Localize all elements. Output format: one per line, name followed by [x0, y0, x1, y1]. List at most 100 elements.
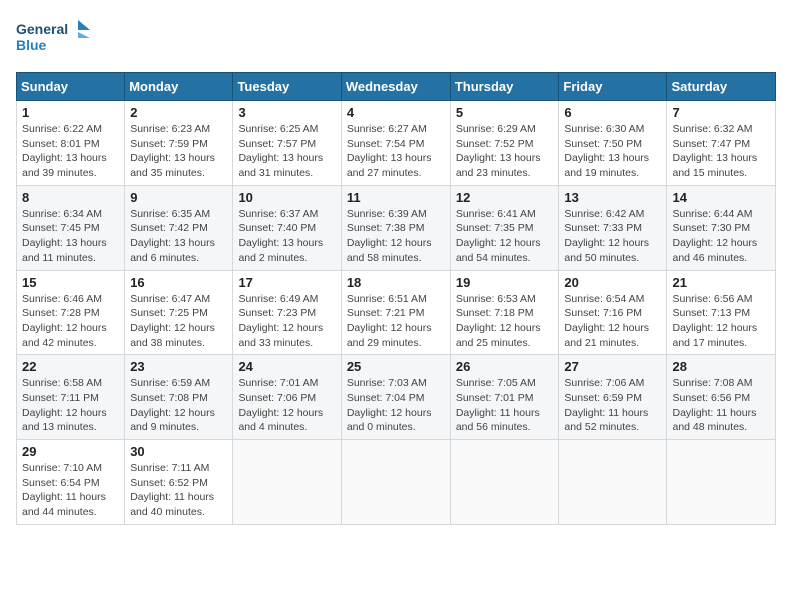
- day-detail: Sunrise: 7:05 AMSunset: 7:01 PMDaylight:…: [456, 376, 554, 435]
- calendar-cell: 28 Sunrise: 7:08 AMSunset: 6:56 PMDayligh…: [667, 355, 776, 440]
- calendar-cell: 2 Sunrise: 6:23 AMSunset: 7:59 PMDaylight…: [125, 101, 233, 186]
- day-number: 25: [347, 359, 445, 374]
- calendar-cell: 16 Sunrise: 6:47 AMSunset: 7:25 PMDayligh…: [125, 270, 233, 355]
- day-number: 26: [456, 359, 554, 374]
- day-number: 7: [672, 105, 770, 120]
- calendar-cell: [233, 440, 341, 525]
- calendar-cell: 17 Sunrise: 6:49 AMSunset: 7:23 PMDayligh…: [233, 270, 341, 355]
- calendar-cell: 1Sunrise: 6:22 AMSunset: 8:01 PMDaylight…: [17, 101, 125, 186]
- calendar-cell: [559, 440, 667, 525]
- calendar-cell: 4Sunrise: 6:27 AMSunset: 7:54 PMDaylight…: [341, 101, 450, 186]
- calendar-cell: 30 Sunrise: 7:11 AMSunset: 6:52 PMDayligh…: [125, 440, 233, 525]
- day-number: 29: [22, 444, 119, 459]
- calendar-cell: 29 Sunrise: 7:10 AMSunset: 6:54 PMDayligh…: [17, 440, 125, 525]
- day-detail: Sunrise: 6:39 AMSunset: 7:38 PMDaylight:…: [347, 207, 445, 266]
- calendar-cell: [450, 440, 559, 525]
- day-detail: Sunrise: 6:35 AMSunset: 7:42 PMDaylight:…: [130, 207, 227, 266]
- logo-svg: General Blue: [16, 16, 96, 60]
- calendar-cell: 6 Sunrise: 6:30 AMSunset: 7:50 PMDaylight…: [559, 101, 667, 186]
- day-detail: Sunrise: 6:23 AMSunset: 7:59 PMDaylight:…: [130, 122, 227, 181]
- day-number: 3: [238, 105, 335, 120]
- day-detail: Sunrise: 6:41 AMSunset: 7:35 PMDaylight:…: [456, 207, 554, 266]
- calendar-header: SundayMondayTuesdayWednesdayThursdayFrid…: [17, 73, 776, 101]
- day-detail: Sunrise: 6:56 AMSunset: 7:13 PMDaylight:…: [672, 292, 770, 351]
- calendar-week-4: 22 Sunrise: 6:58 AMSunset: 7:11 PMDayligh…: [17, 355, 776, 440]
- day-number: 13: [564, 190, 661, 205]
- day-detail: Sunrise: 6:44 AMSunset: 7:30 PMDaylight:…: [672, 207, 770, 266]
- day-number: 11: [347, 190, 445, 205]
- weekday-header-friday: Friday: [559, 73, 667, 101]
- day-detail: Sunrise: 6:42 AMSunset: 7:33 PMDaylight:…: [564, 207, 661, 266]
- day-number: 27: [564, 359, 661, 374]
- day-number: 15: [22, 275, 119, 290]
- calendar-week-3: 15 Sunrise: 6:46 AMSunset: 7:28 PMDayligh…: [17, 270, 776, 355]
- day-detail: Sunrise: 6:53 AMSunset: 7:18 PMDaylight:…: [456, 292, 554, 351]
- day-number: 17: [238, 275, 335, 290]
- calendar-cell: 3 Sunrise: 6:25 AMSunset: 7:57 PMDaylight…: [233, 101, 341, 186]
- day-number: 19: [456, 275, 554, 290]
- calendar-cell: 22 Sunrise: 6:58 AMSunset: 7:11 PMDayligh…: [17, 355, 125, 440]
- calendar-cell: 9 Sunrise: 6:35 AMSunset: 7:42 PMDaylight…: [125, 185, 233, 270]
- calendar-week-2: 8 Sunrise: 6:34 AMSunset: 7:45 PMDaylight…: [17, 185, 776, 270]
- calendar-week-1: 1Sunrise: 6:22 AMSunset: 8:01 PMDaylight…: [17, 101, 776, 186]
- day-detail: Sunrise: 6:49 AMSunset: 7:23 PMDaylight:…: [238, 292, 335, 351]
- day-number: 12: [456, 190, 554, 205]
- day-detail: Sunrise: 6:30 AMSunset: 7:50 PMDaylight:…: [564, 122, 661, 181]
- day-detail: Sunrise: 7:10 AMSunset: 6:54 PMDaylight:…: [22, 461, 119, 520]
- weekday-header-thursday: Thursday: [450, 73, 559, 101]
- day-detail: Sunrise: 7:11 AMSunset: 6:52 PMDaylight:…: [130, 461, 227, 520]
- calendar-cell: 21 Sunrise: 6:56 AMSunset: 7:13 PMDayligh…: [667, 270, 776, 355]
- day-number: 1: [22, 105, 119, 120]
- day-detail: Sunrise: 6:59 AMSunset: 7:08 PMDaylight:…: [130, 376, 227, 435]
- calendar-cell: 27 Sunrise: 7:06 AMSunset: 6:59 PMDayligh…: [559, 355, 667, 440]
- day-number: 9: [130, 190, 227, 205]
- calendar-cell: 26 Sunrise: 7:05 AMSunset: 7:01 PMDayligh…: [450, 355, 559, 440]
- day-detail: Sunrise: 7:08 AMSunset: 6:56 PMDaylight:…: [672, 376, 770, 435]
- day-number: 6: [564, 105, 661, 120]
- day-detail: Sunrise: 6:47 AMSunset: 7:25 PMDaylight:…: [130, 292, 227, 351]
- day-detail: Sunrise: 6:37 AMSunset: 7:40 PMDaylight:…: [238, 207, 335, 266]
- day-number: 5: [456, 105, 554, 120]
- day-number: 2: [130, 105, 227, 120]
- day-number: 22: [22, 359, 119, 374]
- calendar-body: 1Sunrise: 6:22 AMSunset: 8:01 PMDaylight…: [17, 101, 776, 525]
- day-detail: Sunrise: 6:34 AMSunset: 7:45 PMDaylight:…: [22, 207, 119, 266]
- day-number: 30: [130, 444, 227, 459]
- day-detail: Sunrise: 6:29 AMSunset: 7:52 PMDaylight:…: [456, 122, 554, 181]
- day-detail: Sunrise: 6:54 AMSunset: 7:16 PMDaylight:…: [564, 292, 661, 351]
- day-number: 28: [672, 359, 770, 374]
- day-detail: Sunrise: 7:01 AMSunset: 7:06 PMDaylight:…: [238, 376, 335, 435]
- calendar-cell: 12 Sunrise: 6:41 AMSunset: 7:35 PMDayligh…: [450, 185, 559, 270]
- day-number: 10: [238, 190, 335, 205]
- day-detail: Sunrise: 7:06 AMSunset: 6:59 PMDaylight:…: [564, 376, 661, 435]
- svg-text:General: General: [16, 21, 68, 37]
- day-detail: Sunrise: 6:58 AMSunset: 7:11 PMDaylight:…: [22, 376, 119, 435]
- svg-text:Blue: Blue: [16, 37, 47, 53]
- weekday-header-saturday: Saturday: [667, 73, 776, 101]
- calendar-cell: 25 Sunrise: 7:03 AMSunset: 7:04 PMDayligh…: [341, 355, 450, 440]
- calendar-cell: 5 Sunrise: 6:29 AMSunset: 7:52 PMDaylight…: [450, 101, 559, 186]
- calendar-cell: [341, 440, 450, 525]
- day-detail: Sunrise: 6:46 AMSunset: 7:28 PMDaylight:…: [22, 292, 119, 351]
- day-detail: Sunrise: 6:25 AMSunset: 7:57 PMDaylight:…: [238, 122, 335, 181]
- weekday-header-row: SundayMondayTuesdayWednesdayThursdayFrid…: [17, 73, 776, 101]
- day-number: 23: [130, 359, 227, 374]
- logo: General Blue: [16, 16, 96, 60]
- weekday-header-monday: Monday: [125, 73, 233, 101]
- day-number: 4: [347, 105, 445, 120]
- calendar-cell: 24Sunrise: 7:01 AMSunset: 7:06 PMDayligh…: [233, 355, 341, 440]
- calendar-week-5: 29 Sunrise: 7:10 AMSunset: 6:54 PMDayligh…: [17, 440, 776, 525]
- page-header: General Blue: [16, 16, 776, 60]
- calendar-cell: 10 Sunrise: 6:37 AMSunset: 7:40 PMDayligh…: [233, 185, 341, 270]
- calendar-cell: 19 Sunrise: 6:53 AMSunset: 7:18 PMDayligh…: [450, 270, 559, 355]
- calendar-cell: 8 Sunrise: 6:34 AMSunset: 7:45 PMDaylight…: [17, 185, 125, 270]
- day-detail: Sunrise: 6:32 AMSunset: 7:47 PMDaylight:…: [672, 122, 770, 181]
- day-number: 16: [130, 275, 227, 290]
- day-detail: Sunrise: 7:03 AMSunset: 7:04 PMDaylight:…: [347, 376, 445, 435]
- day-number: 8: [22, 190, 119, 205]
- day-number: 18: [347, 275, 445, 290]
- day-number: 20: [564, 275, 661, 290]
- weekday-header-sunday: Sunday: [17, 73, 125, 101]
- calendar-cell: 14Sunrise: 6:44 AMSunset: 7:30 PMDayligh…: [667, 185, 776, 270]
- day-number: 21: [672, 275, 770, 290]
